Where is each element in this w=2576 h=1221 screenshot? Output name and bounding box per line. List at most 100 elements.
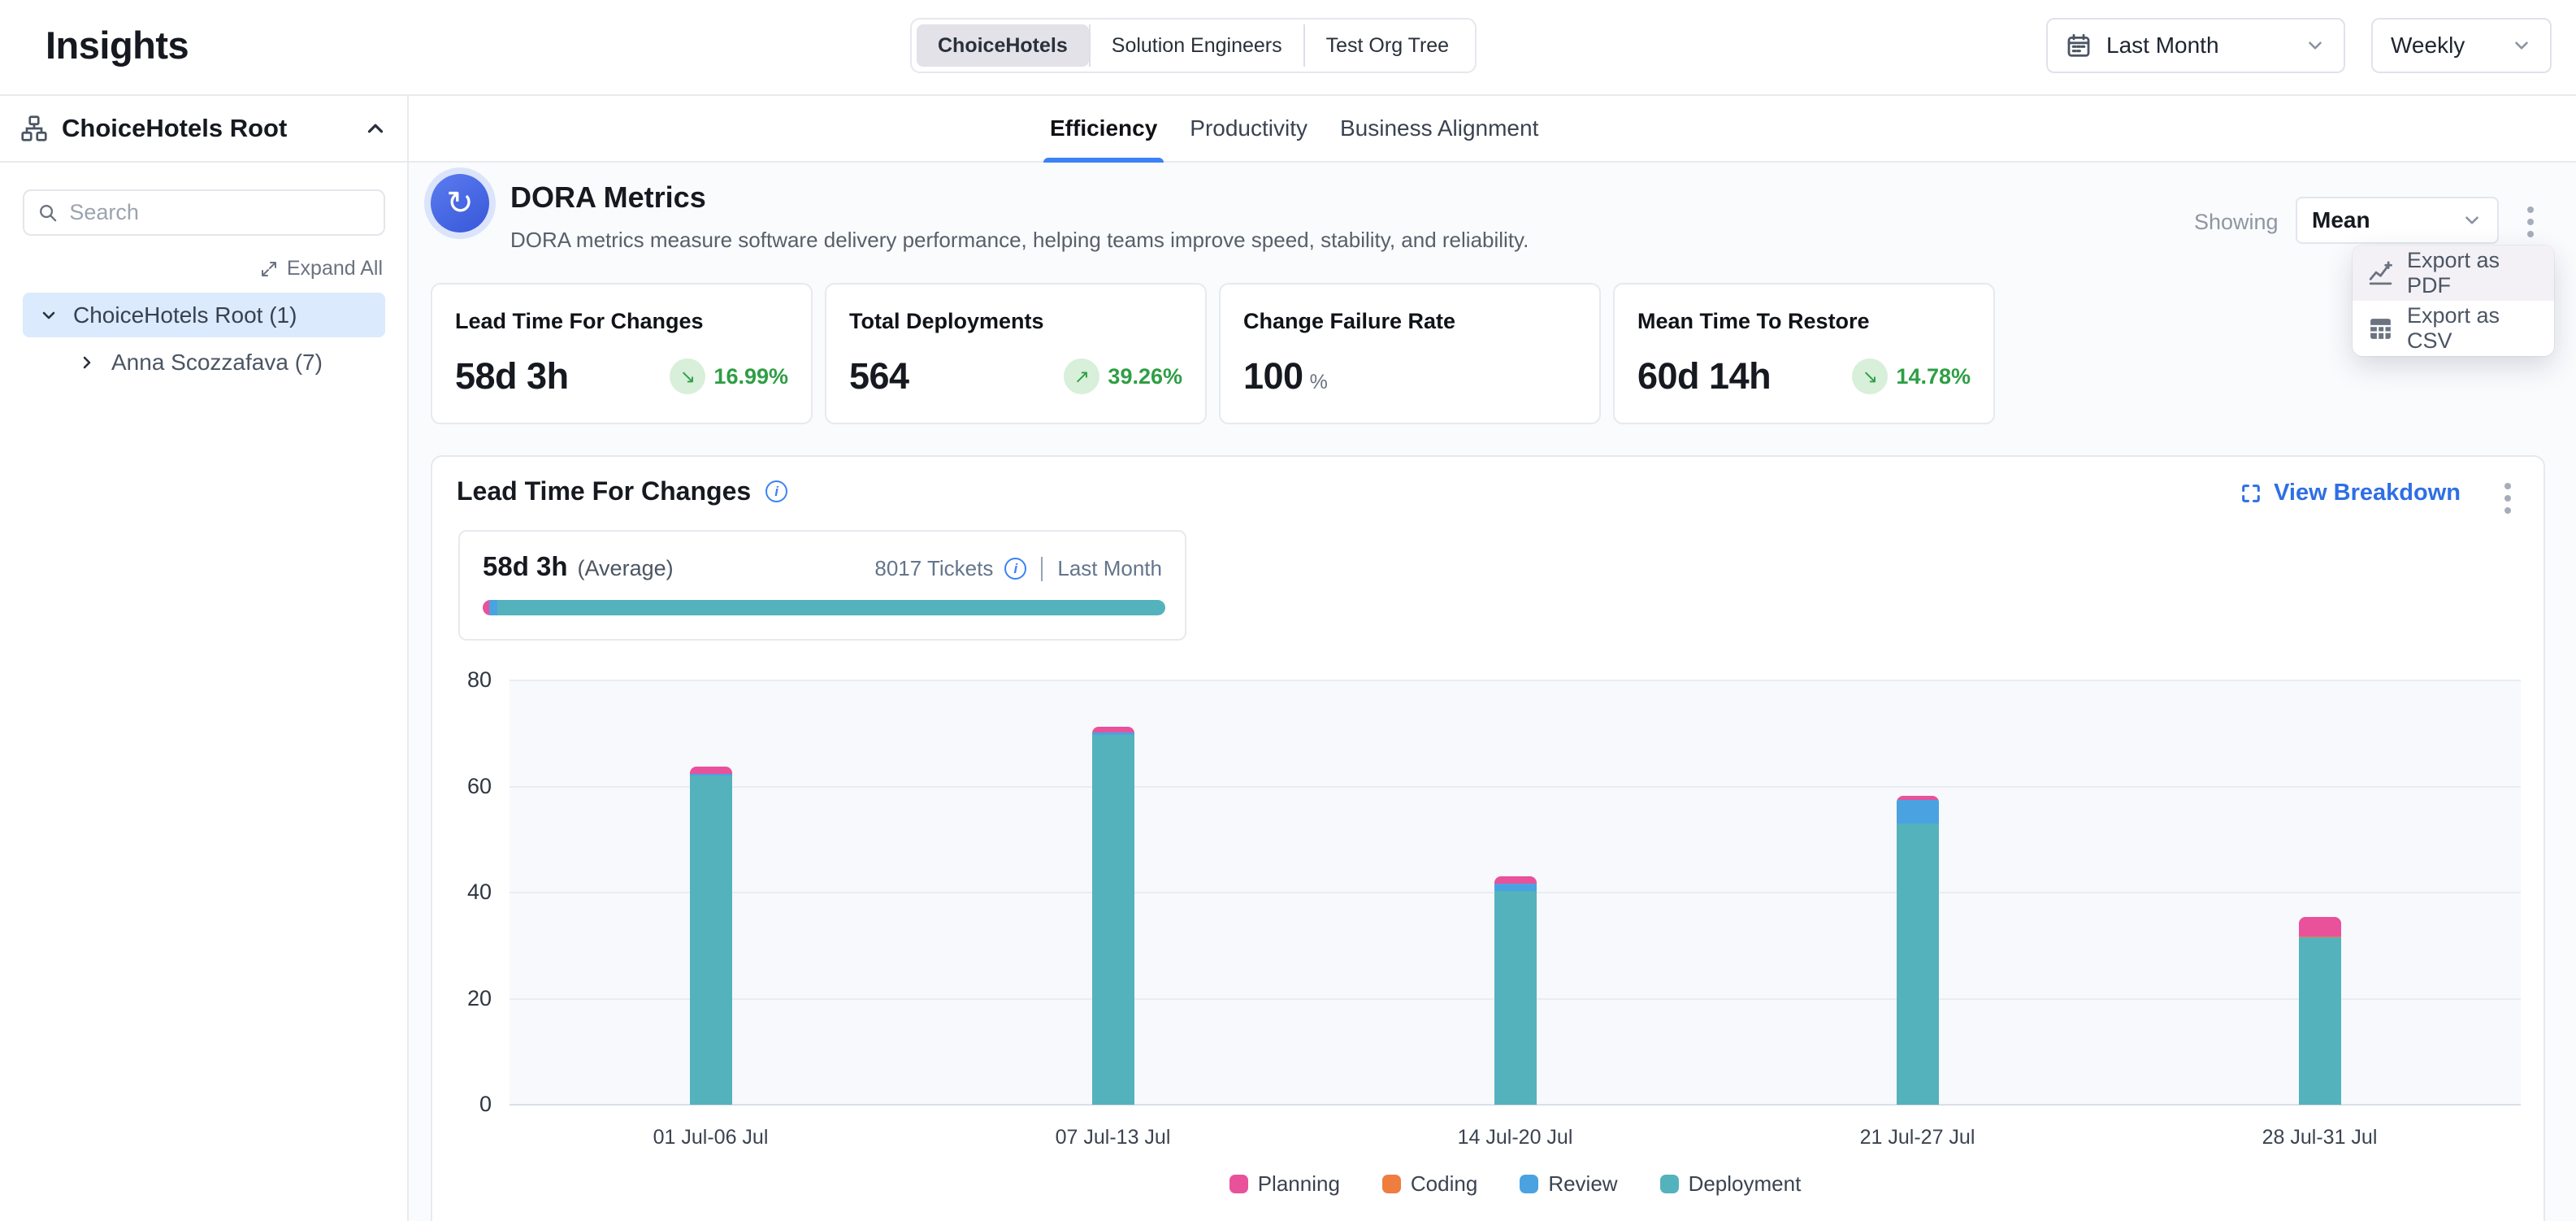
org-tree-sidebar: ChoiceHotels Root Expand All ChoiceHotel… (0, 96, 409, 1221)
lead-time-title: Lead Time For Changes (457, 476, 751, 506)
org-switcher: ChoiceHotelsSolution EngineersTest Org T… (910, 18, 1477, 73)
aggregation-value: Mean (2312, 207, 2370, 233)
sidebar-header: ChoiceHotels Root (0, 96, 407, 163)
tab-productivity[interactable]: Productivity (1186, 96, 1311, 161)
bar-14-jul-20-jul[interactable] (1494, 876, 1537, 1105)
metric-value: 58d 3h (455, 355, 569, 398)
bar-segment-review (1494, 884, 1537, 891)
menu-item-export-as-csv[interactable]: Export as CSV (2353, 301, 2554, 356)
showing-label: Showing (2194, 210, 2279, 235)
legend-swatch-deployment (1660, 1175, 1679, 1193)
lead-time-section: Lead Time For Changes View Breakdown 58d… (431, 455, 2545, 1221)
metric-cards-row: Lead Time For Changes 58d 3h ↘ 16.99% To… (431, 283, 1995, 424)
bar-28-jul-31-jul[interactable] (2299, 917, 2341, 1105)
chart-legend: PlanningCodingReviewDeployment (510, 1171, 2521, 1197)
lead-time-header: Lead Time For Changes (457, 476, 787, 506)
date-range-select[interactable]: Last Month (2046, 18, 2345, 73)
tickets-count: 8017 Tickets (874, 556, 993, 581)
x-axis-label: 01 Jul-06 Jul (510, 1126, 912, 1149)
delta-value: 39.26% (1108, 364, 1182, 389)
progress-segment-planning (483, 600, 489, 615)
expand-all-button[interactable]: Expand All (259, 257, 383, 280)
info-icon[interactable] (765, 480, 787, 502)
chevron-down-icon (2461, 210, 2483, 231)
legend-swatch-coding (1382, 1175, 1401, 1193)
y-axis-tick: 0 (435, 1092, 492, 1117)
tree-item-anna-scozzafava-7-[interactable]: Anna Scozzafava (7) (23, 340, 385, 385)
granularity-value: Weekly (2391, 33, 2465, 59)
trend-up-icon: ↗ (1074, 366, 1090, 388)
bar-segment-deployment (2299, 937, 2341, 1105)
chevron-down-icon (2511, 35, 2532, 56)
delta-badge: ↘ 16.99% (670, 358, 788, 394)
legend-item-coding: Coding (1382, 1171, 1477, 1197)
legend-item-review: Review (1520, 1171, 1617, 1197)
tree-item-label: Anna Scozzafava (7) (111, 350, 323, 376)
legend-label: Deployment (1689, 1171, 1802, 1197)
dora-kebab-menu[interactable] (2522, 202, 2539, 242)
average-value: 58d 3h (483, 551, 568, 582)
bar-07-jul-13-jul[interactable] (1092, 727, 1134, 1105)
bar-segment-planning (1494, 876, 1537, 883)
view-breakdown-button[interactable]: View Breakdown (2240, 480, 2461, 506)
legend-swatch-review (1520, 1175, 1538, 1193)
chevron-up-icon[interactable] (363, 116, 388, 141)
bar-21-jul-27-jul[interactable] (1897, 796, 1939, 1105)
chevron-down-icon[interactable] (39, 306, 59, 325)
bar-segment-deployment (690, 776, 732, 1105)
sidebar-root-title: ChoiceHotels Root (62, 114, 350, 143)
metric-value: 60d 14h (1637, 355, 1771, 398)
lead-time-kebab-menu[interactable] (2500, 478, 2516, 519)
org-tab-choicehotels[interactable]: ChoiceHotels (917, 24, 1089, 67)
info-icon[interactable] (1004, 558, 1026, 580)
menu-item-label: Export as PDF (2407, 248, 2539, 298)
y-axis-tick: 40 (435, 880, 492, 905)
org-tab-solution-engineers[interactable]: Solution Engineers (1089, 24, 1303, 67)
metric-card-total-deployments: Total Deployments 564 ↗ 39.26% (825, 283, 1207, 424)
org-tab-test-org-tree[interactable]: Test Org Tree (1303, 24, 1470, 67)
metric-value: 564 (849, 355, 909, 398)
tab-business-alignment[interactable]: Business Alignment (1337, 96, 1542, 161)
progress-segment-review (489, 600, 497, 615)
dora-metrics-icon: ↻ (431, 174, 489, 232)
menu-item-label: Export as CSV (2407, 303, 2539, 354)
bar-segment-deployment (1092, 735, 1134, 1105)
page-title: Insights (46, 23, 189, 67)
bar-segment-planning (2299, 917, 2341, 936)
delta-badge: ↗ 39.26% (1064, 358, 1182, 394)
insights-app: Insights ChoiceHotelsSolution EngineersT… (0, 0, 2576, 1221)
bar-01-jul-06-jul[interactable] (690, 767, 732, 1105)
search-icon (37, 202, 58, 223)
expand-all-label: Expand All (287, 257, 383, 280)
tab-efficiency[interactable]: Efficiency (1047, 96, 1160, 161)
top-bar: Insights ChoiceHotelsSolution EngineersT… (0, 0, 2576, 96)
metric-title: Total Deployments (849, 309, 1182, 334)
dora-description: DORA metrics measure software delivery p… (510, 228, 1529, 253)
view-breakdown-label: View Breakdown (2274, 480, 2461, 506)
chart-line-plus-icon (2367, 260, 2394, 287)
metric-title: Lead Time For Changes (455, 309, 788, 334)
chevron-down-icon (2305, 35, 2326, 56)
aggregation-select[interactable]: Mean (2296, 197, 2499, 244)
delta-badge: ↘ 14.78% (1852, 358, 1971, 394)
metric-unit: % (1310, 371, 1328, 393)
trend-down-icon: ↘ (680, 366, 696, 388)
table-icon (2367, 315, 2394, 342)
search-input[interactable] (69, 200, 371, 225)
expand-arrows-icon (259, 259, 279, 279)
gridline (510, 786, 2521, 788)
y-axis-tick: 20 (435, 986, 492, 1011)
delta-value: 16.99% (713, 364, 788, 389)
date-range-value: Last Month (2106, 33, 2290, 59)
chevron-right-icon[interactable] (77, 353, 97, 372)
divider (1041, 557, 1043, 581)
tree-item-label: ChoiceHotels Root (1) (73, 302, 297, 328)
top-right-controls: Last Month Weekly (2046, 18, 2552, 73)
metric-card-lead-time: Lead Time For Changes 58d 3h ↘ 16.99% (431, 283, 813, 424)
granularity-select[interactable]: Weekly (2371, 18, 2552, 73)
menu-item-export-as-pdf[interactable]: Export as PDF (2353, 246, 2554, 301)
sidebar-search (23, 189, 385, 236)
legend-item-deployment: Deployment (1660, 1171, 1802, 1197)
average-label: (Average) (578, 556, 674, 581)
tree-item-choicehotels-root-1-[interactable]: ChoiceHotels Root (1) (23, 293, 385, 337)
